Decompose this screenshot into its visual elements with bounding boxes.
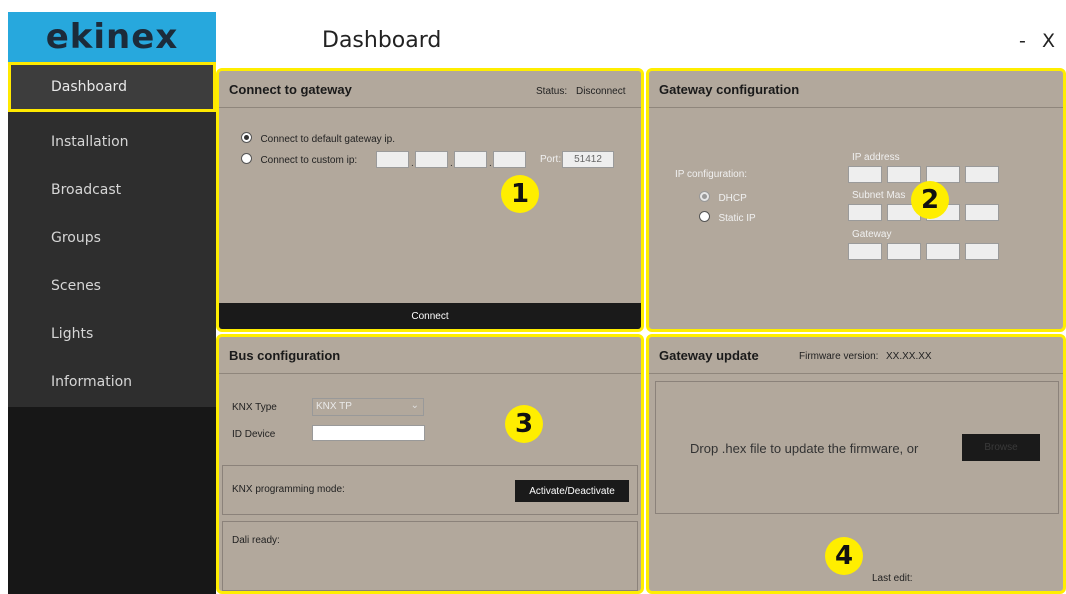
connect-panel-title: Connect to gateway [229,81,352,97]
connect-panel-header: Connect to gateway Status: Disconnect [219,71,641,108]
ip-address-octet-4[interactable] [965,166,999,183]
subnet-octet-1[interactable] [848,204,882,221]
gateway-octet-4[interactable] [965,243,999,260]
knx-programming-label: KNX programming mode: [232,484,345,495]
status-value: Disconnect [576,86,626,97]
bus-config-header: Bus configuration [219,337,641,374]
radio-default-gateway[interactable]: Connect to default gateway ip. [241,129,395,147]
top-strip [0,0,1066,12]
gateway-config-panel: Gateway configuration IP configuration: … [646,68,1066,332]
minimize-button[interactable]: - [1019,30,1026,52]
id-device-input[interactable] [312,425,425,441]
radio-dhcp-icon[interactable] [699,191,710,203]
ip-address-label: IP address [852,152,900,163]
annotation-badge-1: 1 [501,175,539,213]
gateway-octet-1[interactable] [848,243,882,260]
ip-separator: . [450,158,453,169]
connect-button[interactable]: Connect [219,303,641,329]
gateway-config-header: Gateway configuration [649,71,1063,108]
radio-custom-icon[interactable] [241,153,252,165]
bus-config-title: Bus configuration [229,347,341,363]
firmware-version-value: XX.XX.XX [886,351,932,362]
radio-static-icon[interactable] [699,211,710,223]
subnet-octet-4[interactable] [965,204,999,221]
sidebar-item-dashboard[interactable]: Dashboard [8,62,216,112]
ip-separator: . [489,158,492,169]
gateway-update-title: Gateway update [659,347,759,363]
sidebar-item-scenes[interactable]: Scenes [8,261,216,311]
subnet-mask-label: Subnet Mas [852,190,906,201]
knx-programming-section: KNX programming mode: Activate/Deactivat… [222,465,638,515]
bus-config-panel: Bus configuration KNX Type KNX TP ⌄ ID D… [216,334,644,594]
dali-ready-label: Dali ready: [232,535,280,546]
knx-type-select[interactable]: KNX TP ⌄ [312,398,424,416]
firmware-drop-zone[interactable]: Drop .hex file to update the firmware, o… [655,381,1059,514]
firmware-version-label: Firmware version: [799,351,879,362]
annotation-badge-4: 4 [825,537,863,575]
custom-ip-octet-4[interactable] [493,151,526,168]
gateway-update-panel: Gateway update Firmware version: XX.XX.X… [646,334,1066,594]
connect-panel: Connect to gateway Status: Disconnect Co… [216,68,644,332]
ekinex-logo: ekinex [8,12,216,62]
sidebar: Dashboard Installation Broadcast Groups … [8,62,216,594]
gateway-update-header: Gateway update Firmware version: XX.XX.X… [649,337,1063,374]
chevron-down-icon: ⌄ [410,400,419,411]
sidebar-item-groups[interactable]: Groups [8,213,216,263]
radio-default-icon[interactable] [241,132,252,144]
gateway-config-title: Gateway configuration [659,81,800,97]
custom-ip-octet-1[interactable] [376,151,409,168]
gateway-octet-2[interactable] [887,243,921,260]
custom-ip-octet-2[interactable] [415,151,448,168]
main-content: Connect to gateway Status: Disconnect Co… [216,62,1066,594]
sidebar-item-information[interactable]: Information [8,357,216,407]
knx-type-value: KNX TP [316,401,352,412]
radio-custom-ip[interactable]: Connect to custom ip: [241,150,357,168]
browse-button[interactable]: Browse [962,434,1040,461]
sidebar-item-lights[interactable]: Lights [8,309,216,359]
ip-address-octet-2[interactable] [887,166,921,183]
drop-zone-text: Drop .hex file to update the firmware, o… [690,441,919,456]
close-button[interactable]: X [1042,30,1055,52]
ip-configuration-label: IP configuration: [675,169,748,180]
page-title: Dashboard [322,28,442,53]
annotation-badge-3: 3 [505,405,543,443]
radio-dhcp[interactable]: DHCP [699,188,747,206]
activate-deactivate-button[interactable]: Activate/Deactivate [515,480,629,502]
sidebar-item-broadcast[interactable]: Broadcast [8,165,216,215]
radio-static-label: Static IP [718,213,756,224]
port-label: Port: [540,154,562,165]
gateway-label: Gateway [852,229,892,240]
radio-dhcp-label: DHCP [718,193,747,204]
status-label: Status: [536,86,568,97]
custom-ip-octet-3[interactable] [454,151,487,168]
last-edit-label: Last edit: [872,573,913,584]
port-input[interactable]: 51412 [562,151,614,168]
sidebar-footer-area [8,407,216,594]
id-device-label: ID Device [232,429,276,440]
ip-separator: . [411,158,414,169]
radio-static-ip[interactable]: Static IP [699,208,756,226]
ip-address-octet-1[interactable] [848,166,882,183]
sidebar-item-installation[interactable]: Installation [8,117,216,167]
gateway-octet-3[interactable] [926,243,960,260]
radio-default-label: Connect to default gateway ip. [260,134,395,145]
dali-section: Dali ready: [222,521,638,591]
radio-custom-label: Connect to custom ip: [260,155,358,166]
knx-type-label: KNX Type [232,402,277,413]
annotation-badge-2: 2 [911,181,949,219]
